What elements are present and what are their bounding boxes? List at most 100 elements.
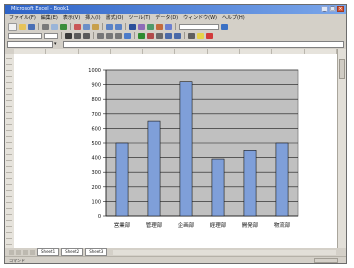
x-tick-label: 営業部 <box>114 221 131 229</box>
open-folder-icon[interactable] <box>19 23 26 30</box>
row-header-cell <box>6 238 12 239</box>
cut-icon[interactable] <box>74 23 81 30</box>
save-icon[interactable] <box>28 23 35 30</box>
row-header-cell <box>6 190 12 191</box>
align-left-icon[interactable] <box>97 32 104 39</box>
row-header-cell <box>6 172 12 173</box>
name-box-dropdown-icon[interactable]: ▾ <box>54 41 57 48</box>
bold-icon[interactable] <box>65 32 72 39</box>
print-icon[interactable] <box>42 23 49 30</box>
tab-first-icon[interactable] <box>9 249 14 255</box>
align-right-icon[interactable] <box>115 32 122 39</box>
chart-wizard-icon[interactable] <box>165 23 172 30</box>
toolbar-separator <box>134 32 135 39</box>
row-header-cell <box>6 64 12 65</box>
x-tick-label: 企画部 <box>178 221 195 229</box>
sort-descending-icon[interactable] <box>156 23 163 30</box>
menu-tools[interactable]: ツール(T) <box>128 15 150 21</box>
function-icon[interactable] <box>138 23 145 30</box>
align-center-icon[interactable] <box>106 32 113 39</box>
y-tick-label: 400 <box>91 156 101 162</box>
font-color-icon[interactable] <box>206 32 213 39</box>
formula-input[interactable] <box>63 41 344 48</box>
status-bar: コマンド <box>5 256 346 263</box>
vertical-scrollbar[interactable] <box>337 49 346 248</box>
sheet-tab-3[interactable]: Sheet3 <box>85 248 108 256</box>
row-header-cell <box>6 106 12 107</box>
name-box[interactable] <box>7 41 53 48</box>
status-text: コマンド <box>9 258 25 263</box>
spelling-icon[interactable] <box>60 23 67 30</box>
tab-last-icon[interactable] <box>30 249 35 255</box>
row-header-cell <box>6 220 12 221</box>
borders-icon[interactable] <box>188 32 195 39</box>
percent-icon[interactable] <box>147 32 154 39</box>
menu-insert[interactable]: 挿入(I) <box>85 15 100 21</box>
comma-style-icon[interactable] <box>156 32 163 39</box>
row-header-cell <box>6 184 12 185</box>
increase-decimal-icon[interactable] <box>165 32 172 39</box>
row-header-cell <box>6 130 12 131</box>
zoom-select[interactable] <box>179 23 219 30</box>
print-preview-icon[interactable] <box>51 23 58 30</box>
fill-color-icon[interactable] <box>197 32 204 39</box>
copy-icon[interactable] <box>83 23 90 30</box>
font-name-select[interactable] <box>8 32 42 39</box>
embedded-chart[interactable]: 0 100 200 300 400 500 600 700 800 900 1000 営業部 管理部 企画… <box>74 64 304 234</box>
sheet-tab-1[interactable]: Sheet1 <box>37 248 60 256</box>
row-header-cell <box>6 100 12 101</box>
autosum-icon[interactable] <box>129 23 136 30</box>
underline-icon[interactable] <box>83 32 90 39</box>
row-header-cell <box>6 196 12 197</box>
merge-center-icon[interactable] <box>124 32 131 39</box>
bar-chart[interactable]: 0 100 200 300 400 500 600 700 800 900 1000 営業部 管理部 企画… <box>74 64 304 234</box>
font-size-select[interactable] <box>44 32 58 39</box>
toolbar-separator <box>70 23 71 30</box>
sort-ascending-icon[interactable] <box>147 23 154 30</box>
decrease-decimal-icon[interactable] <box>174 32 181 39</box>
bar <box>179 81 193 217</box>
menu-format[interactable]: 書式(O) <box>106 15 124 21</box>
help-icon[interactable] <box>221 23 228 30</box>
x-tick-label: 開発部 <box>242 221 259 229</box>
row-header-cell <box>6 208 12 209</box>
toolbar-separator <box>125 23 126 30</box>
row-header-cell <box>6 166 12 167</box>
title-bar[interactable]: Microsoft Excel - Book1 _ □ × <box>5 5 346 14</box>
window-title: Microsoft Excel - Book1 <box>11 6 70 12</box>
menu-edit[interactable]: 編集(E) <box>41 15 58 21</box>
bar <box>243 150 257 217</box>
menu-help[interactable]: ヘルプ(H) <box>222 15 245 21</box>
x-tick-label: 経理部 <box>210 221 227 229</box>
row-header-cell <box>6 124 12 125</box>
y-tick-label: 300 <box>91 170 101 176</box>
tab-next-icon[interactable] <box>23 249 28 255</box>
y-tick-label: 0 <box>98 214 101 220</box>
currency-icon[interactable] <box>138 32 145 39</box>
horizontal-scrollbar[interactable] <box>113 249 336 255</box>
row-header-cell <box>6 232 12 233</box>
undo-icon[interactable] <box>106 23 113 30</box>
tab-prev-icon[interactable] <box>16 249 21 255</box>
menu-window[interactable]: ウィンドウ(W) <box>183 15 217 21</box>
italic-icon[interactable] <box>74 32 81 39</box>
close-button[interactable]: × <box>337 6 344 12</box>
redo-icon[interactable] <box>115 23 122 30</box>
row-header-cell <box>6 112 12 113</box>
x-tick-label: 管理部 <box>146 221 163 229</box>
row-header-cell <box>6 82 12 83</box>
new-file-icon[interactable] <box>8 22 17 31</box>
menu-view[interactable]: 表示(V) <box>63 15 80 21</box>
toolbar-separator <box>61 32 62 39</box>
vertical-scrollbar-thumb[interactable] <box>339 59 345 79</box>
paste-icon[interactable] <box>92 23 99 30</box>
row-header-cell <box>6 214 12 215</box>
status-mode-indicator <box>314 258 338 263</box>
menu-file[interactable]: ファイル(F) <box>9 15 36 21</box>
maximize-button[interactable]: □ <box>329 6 336 12</box>
row-header-cell <box>6 76 12 77</box>
menu-data[interactable]: データ(D) <box>155 15 178 21</box>
minimize-button[interactable]: _ <box>321 6 328 12</box>
bar <box>275 142 289 217</box>
sheet-tab-2[interactable]: Sheet2 <box>61 248 84 256</box>
